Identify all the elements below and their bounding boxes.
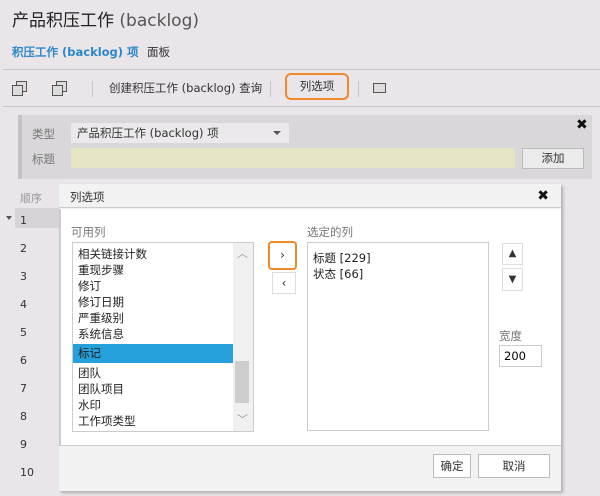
move-up-button[interactable]: ▲ <box>502 243 523 265</box>
list-item[interactable]: 修订日期 <box>78 294 124 310</box>
email-icon[interactable] <box>373 83 386 93</box>
list-item[interactable]: 修订 <box>78 278 101 294</box>
divider <box>270 81 271 97</box>
scrollbar[interactable]: ︿ ﹀ <box>233 243 253 431</box>
list-item[interactable]: 重现步骤 <box>78 262 124 278</box>
list-item-selected[interactable]: 标记 <box>73 344 233 363</box>
list-item[interactable]: 工作项类型 <box>78 413 136 429</box>
tab-backlog-items[interactable]: 积压工作 (backlog) 项 <box>12 44 139 60</box>
dialog-title: 列选项 <box>70 190 105 204</box>
width-input[interactable] <box>499 345 542 367</box>
add-button[interactable]: 添加 <box>522 148 584 169</box>
selected-columns-label: 选定的列 <box>307 225 353 239</box>
available-columns-label: 可用列 <box>71 225 106 239</box>
list-item[interactable]: 团队 <box>78 365 101 381</box>
close-icon[interactable]: ✖ <box>537 188 549 204</box>
row-number: 3 <box>20 270 27 283</box>
chevron-down-icon <box>273 131 281 135</box>
dialog-body: 可用列 相关链接计数 重现步骤 修订 修订日期 严重级别 系统信息 标记 团队 … <box>59 209 561 446</box>
list-item[interactable]: 标题 [229] <box>313 250 371 266</box>
row-number: 9 <box>20 438 27 451</box>
scrollbar-thumb[interactable] <box>235 361 249 403</box>
list-item[interactable]: 相关链接计数 <box>78 246 147 262</box>
cancel-button[interactable]: 取消 <box>478 454 550 478</box>
available-columns-list[interactable]: 相关链接计数 重现步骤 修订 修订日期 严重级别 系统信息 标记 团队 团队项目… <box>72 242 254 432</box>
row-number: 10 <box>20 466 34 479</box>
type-select[interactable]: 产品积压工作 (backlog) 项 <box>71 123 289 143</box>
ok-button[interactable]: 确定 <box>433 454 471 478</box>
remove-column-button[interactable]: ‹ <box>272 272 296 294</box>
list-item[interactable]: 状态 [66] <box>313 266 363 282</box>
list-item[interactable]: 水印 <box>78 397 101 413</box>
expand-caret-icon[interactable] <box>6 216 12 220</box>
dialog-header: 列选项 ✖ <box>59 184 561 208</box>
list-item[interactable]: 系统信息 <box>78 326 124 342</box>
tab-board[interactable]: 面板 <box>147 44 170 60</box>
scroll-down-icon[interactable]: ﹀ <box>237 411 248 427</box>
divider <box>3 69 600 70</box>
column-options-button[interactable]: 列选项 <box>285 73 349 100</box>
column-options-dialog: 列选项 ✖ 可用列 相关链接计数 重现步骤 修订 修订日期 严重级别 系统信息 … <box>59 184 561 491</box>
arrow-down-icon: ▼ <box>508 274 517 285</box>
close-icon[interactable]: ✖ <box>576 117 588 133</box>
divider <box>358 81 359 97</box>
width-label: 宽度 <box>499 329 522 343</box>
list-item[interactable]: 严重级别 <box>78 310 124 326</box>
scroll-up-icon[interactable]: ︿ <box>237 245 248 261</box>
row-number: 6 <box>20 354 27 367</box>
row-number: 2 <box>20 242 27 255</box>
row-number: 4 <box>20 298 27 311</box>
order-header: 顺序 <box>20 192 42 205</box>
type-label: 类型 <box>32 127 55 141</box>
title-input[interactable] <box>71 148 515 168</box>
row-number: 7 <box>20 382 27 395</box>
title-label: 标题 <box>32 152 55 166</box>
divider <box>92 81 93 97</box>
chevron-right-icon: › <box>280 248 285 262</box>
create-query-button[interactable]: 创建积压工作 (backlog) 查询 <box>109 80 262 96</box>
arrow-up-icon: ▲ <box>508 248 517 259</box>
selected-columns-list[interactable]: 标题 [229] 状态 [66] <box>307 242 489 431</box>
list-item[interactable]: 团队项目 <box>78 381 124 397</box>
move-down-button[interactable]: ▼ <box>502 268 523 291</box>
chevron-left-icon: ‹ <box>281 276 287 290</box>
divider <box>3 106 600 107</box>
expand-all-icon[interactable] <box>12 81 27 96</box>
row-number: 1 <box>20 214 27 227</box>
collapse-all-icon[interactable] <box>52 81 67 96</box>
row-number: 5 <box>20 326 27 339</box>
row-number: 8 <box>20 410 27 423</box>
page-title: 产品积压工作 (backlog) <box>12 11 199 31</box>
add-column-button[interactable]: › <box>268 241 297 270</box>
